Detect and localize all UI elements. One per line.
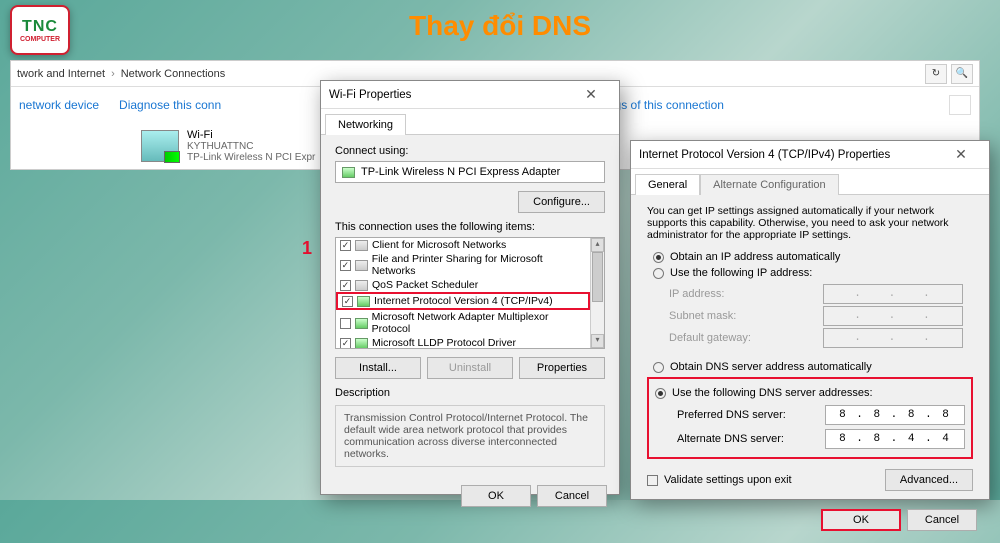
page-title: Thay đổi DNS bbox=[0, 10, 1000, 42]
list-item-label: Internet Protocol Version 4 (TCP/IPv4) bbox=[374, 295, 553, 307]
ipv4-title: Internet Protocol Version 4 (TCP/IPv4) P… bbox=[639, 149, 890, 161]
scroll-down-icon[interactable]: ▾ bbox=[591, 334, 604, 348]
subnet-field: . . . bbox=[823, 306, 963, 326]
list-item-label: Microsoft Network Adapter Multiplexor Pr… bbox=[372, 311, 586, 335]
list-item[interactable]: ✓ QoS Packet Scheduler bbox=[336, 278, 590, 292]
list-item[interactable]: Microsoft Network Adapter Multiplexor Pr… bbox=[336, 310, 590, 336]
gateway-field: . . . bbox=[823, 328, 963, 348]
connect-using-label: Connect using: bbox=[335, 145, 605, 157]
refresh-button[interactable]: ↻ bbox=[925, 64, 947, 84]
gateway-label: Default gateway: bbox=[669, 332, 751, 344]
scroll-thumb[interactable] bbox=[592, 252, 603, 302]
intro-text: You can get IP settings assigned automat… bbox=[647, 205, 973, 241]
wifi-properties-title: Wi-Fi Properties bbox=[329, 89, 411, 101]
network-icon bbox=[357, 296, 370, 307]
checkbox[interactable]: ✓ bbox=[340, 338, 351, 349]
list-item-label: QoS Packet Scheduler bbox=[372, 279, 478, 291]
tab-networking[interactable]: Networking bbox=[325, 114, 406, 135]
checkbox[interactable]: ✓ bbox=[342, 296, 353, 307]
validate-checkbox[interactable] bbox=[647, 475, 658, 486]
service-icon bbox=[355, 280, 368, 291]
checkbox[interactable] bbox=[340, 318, 351, 329]
close-icon[interactable]: ✕ bbox=[941, 146, 981, 163]
step-marker-1: 1 bbox=[302, 238, 312, 259]
properties-button[interactable]: Properties bbox=[519, 357, 605, 379]
scrollbar[interactable]: ▴ ▾ bbox=[590, 238, 604, 348]
description-text: Transmission Control Protocol/Internet P… bbox=[335, 405, 605, 467]
install-button[interactable]: Install... bbox=[335, 357, 421, 379]
network-icon bbox=[355, 338, 368, 349]
description-label: Description bbox=[335, 387, 605, 399]
items-label: This connection uses the following items… bbox=[335, 221, 605, 233]
connection-network: KYTHUATTNC bbox=[187, 141, 315, 152]
cancel-button[interactable]: Cancel bbox=[907, 509, 977, 531]
search-button[interactable]: 🔍 bbox=[951, 64, 973, 84]
adapter-icon bbox=[342, 167, 355, 178]
radio-manual-ip[interactable] bbox=[653, 268, 664, 279]
adapter-field[interactable]: TP-Link Wireless N PCI Express Adapter bbox=[335, 161, 605, 183]
ok-button[interactable]: OK bbox=[461, 485, 531, 507]
radio-auto-dns[interactable] bbox=[653, 362, 664, 373]
list-item[interactable]: ✓ Microsoft LLDP Protocol Driver bbox=[336, 336, 590, 348]
alternate-dns-label: Alternate DNS server: bbox=[677, 433, 784, 445]
configure-button[interactable]: Configure... bbox=[518, 191, 605, 213]
alternate-dns-field[interactable]: 8 . 8 . 4 . 4 bbox=[825, 429, 965, 449]
components-listbox[interactable]: ✓ Client for Microsoft Networks ✓ File and … bbox=[335, 237, 605, 349]
list-item-label: Client for Microsoft Networks bbox=[372, 239, 506, 251]
service-icon bbox=[355, 260, 368, 271]
chevron-right-icon bbox=[108, 68, 118, 80]
panel-toggle-icon[interactable] bbox=[949, 95, 971, 115]
ip-label: IP address: bbox=[669, 288, 724, 300]
network-icon bbox=[355, 318, 368, 329]
uninstall-button: Uninstall bbox=[427, 357, 513, 379]
cmd-diagnose[interactable]: Diagnose this conn bbox=[119, 98, 221, 112]
preferred-dns-field[interactable]: 8 . 8 . 8 . 8 bbox=[825, 405, 965, 425]
connection-adapter: TP-Link Wireless N PCI Expr bbox=[187, 152, 315, 163]
crumb-segment[interactable]: twork and Internet bbox=[17, 68, 105, 80]
checkbox[interactable]: ✓ bbox=[340, 240, 351, 251]
ip-field: . . . bbox=[823, 284, 963, 304]
tab-general[interactable]: General bbox=[635, 174, 700, 195]
list-item[interactable]: ✓ Client for Microsoft Networks bbox=[336, 238, 590, 252]
tab-alternate[interactable]: Alternate Configuration bbox=[700, 174, 839, 195]
ipv4-properties-dialog: Internet Protocol Version 4 (TCP/IPv4) P… bbox=[630, 140, 990, 500]
radio-manual-dns[interactable] bbox=[655, 388, 666, 399]
close-icon[interactable]: ✕ bbox=[571, 86, 611, 103]
subnet-label: Subnet mask: bbox=[669, 310, 736, 322]
wifi-adapter-icon bbox=[141, 130, 179, 162]
checkbox[interactable]: ✓ bbox=[340, 280, 351, 291]
preferred-dns-label: Preferred DNS server: bbox=[677, 409, 786, 421]
cmd-disable[interactable]: network device bbox=[19, 98, 99, 112]
wifi-properties-dialog: Wi-Fi Properties ✕ Networking Connect us… bbox=[320, 80, 620, 495]
scroll-up-icon[interactable]: ▴ bbox=[591, 238, 604, 252]
crumb-segment[interactable]: Network Connections bbox=[121, 68, 226, 80]
cancel-button[interactable]: Cancel bbox=[537, 485, 607, 507]
connection-name: Wi-Fi bbox=[187, 129, 315, 141]
radio-auto-ip[interactable] bbox=[653, 252, 664, 263]
list-item[interactable]: ✓ File and Printer Sharing for Microsoft … bbox=[336, 252, 590, 278]
service-icon bbox=[355, 240, 368, 251]
list-item[interactable]: ✓ Internet Protocol Version 4 (TCP/IPv4) bbox=[336, 292, 590, 310]
list-item-label: Microsoft LLDP Protocol Driver bbox=[372, 337, 516, 348]
advanced-button[interactable]: Advanced... bbox=[885, 469, 973, 491]
ok-button[interactable]: OK bbox=[821, 509, 901, 531]
checkbox[interactable]: ✓ bbox=[340, 260, 351, 271]
list-item-label: File and Printer Sharing for Microsoft N… bbox=[372, 253, 586, 277]
